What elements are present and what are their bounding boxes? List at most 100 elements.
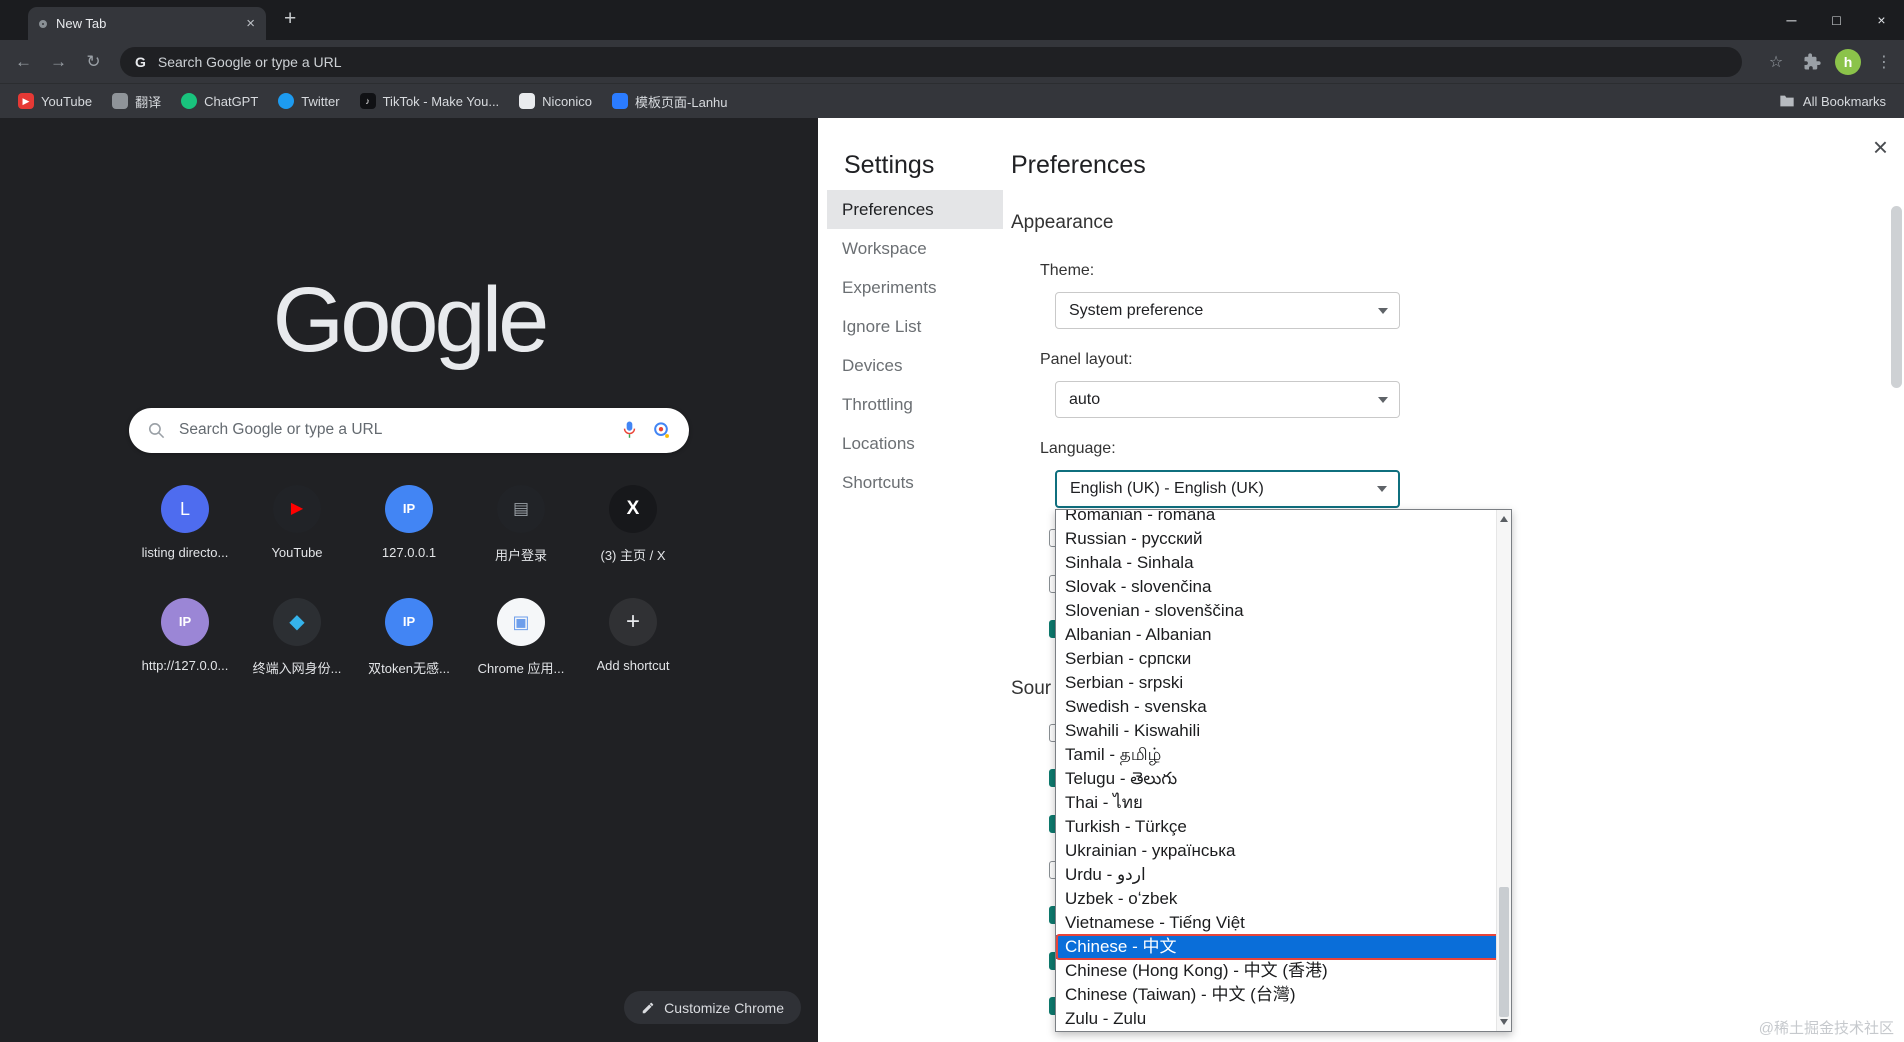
mic-icon[interactable] xyxy=(621,420,638,440)
google-g-icon: G xyxy=(135,54,146,70)
customize-chrome-button[interactable]: Customize Chrome xyxy=(624,991,801,1024)
shortcut-glyph: ▣ xyxy=(512,611,530,632)
shortcut-tile[interactable]: IP 双token无感... xyxy=(353,597,465,711)
new-tab-button[interactable]: + xyxy=(284,8,296,29)
shortcut-icon: ◆ xyxy=(273,597,321,646)
bookmark-label: 翻译 xyxy=(135,94,162,110)
shortcut-tile[interactable]: ◆ 终端入网身份... xyxy=(241,597,353,711)
language-option[interactable]: Telugu - తెలుగు xyxy=(1056,767,1511,791)
language-select[interactable]: English (UK) - English (UK) xyxy=(1055,470,1400,508)
shortcut-tile[interactable]: IP 127.0.0.1 xyxy=(353,484,465,598)
language-option[interactable]: Serbian - srpski xyxy=(1056,671,1511,695)
bookmark-item[interactable]: Twitter xyxy=(268,88,349,114)
language-dropdown-list: Romanian - română Russian - русский Sinhal… xyxy=(1055,509,1512,1032)
window-close-button[interactable]: × xyxy=(1859,0,1904,40)
shortcut-tile[interactable]: ▤ 用户登录 xyxy=(465,484,577,598)
search-input[interactable]: Search Google or type a URL xyxy=(129,407,689,453)
language-option[interactable]: Turkish - Türkçe xyxy=(1056,815,1511,839)
sources-heading-partial: Sour xyxy=(1011,678,1052,699)
extensions-puzzle-icon[interactable] xyxy=(1794,52,1830,71)
tab-close-icon[interactable]: × xyxy=(246,16,255,31)
language-option[interactable]: Serbian - српски xyxy=(1056,647,1511,671)
bookmark-item[interactable]: 模板页面-Lanhu xyxy=(602,88,737,114)
language-option[interactable]: Sinhala - Sinhala xyxy=(1056,551,1511,575)
bookmark-item[interactable]: ▶ YouTube xyxy=(8,88,102,114)
language-option[interactable]: Swahili - Kiswahili xyxy=(1056,719,1511,743)
tab-new-tab[interactable]: New Tab × xyxy=(28,7,266,40)
shortcut-tile[interactable]: IP http://127.0.0... xyxy=(129,597,241,711)
sidebar-item-preferences[interactable]: Preferences xyxy=(827,190,1003,229)
folder-icon xyxy=(1780,95,1794,107)
bookmark-item[interactable]: Niconico xyxy=(509,88,602,114)
shortcut-glyph: L xyxy=(179,498,190,519)
search-placeholder: Search Google or type a URL xyxy=(179,421,383,439)
panel-scrollbar-thumb[interactable] xyxy=(1891,206,1902,388)
shortcut-glyph: ▶ xyxy=(290,499,304,517)
shortcut-glyph: ▤ xyxy=(512,499,530,519)
profile-avatar[interactable]: h xyxy=(1830,48,1866,75)
sidebar-item-shortcuts[interactable]: Shortcuts xyxy=(827,463,1003,502)
bookmark-favicon-icon: ▶ xyxy=(18,93,34,109)
sidebar-item-ignore-list[interactable]: Ignore List xyxy=(827,307,1003,346)
sidebar-item-experiments[interactable]: Experiments xyxy=(827,268,1003,307)
shortcut-tile[interactable]: X (3) 主页 / X xyxy=(577,484,689,598)
shortcut-tile[interactable]: ▶ YouTube xyxy=(241,484,353,598)
browser-window: New Tab × + ─ □ × ← → ↻ G Search Google … xyxy=(0,0,1904,1042)
shortcut-icon: ▤ xyxy=(497,484,545,533)
menu-dots-icon[interactable]: ⋮ xyxy=(1866,52,1902,72)
shortcut-tile[interactable]: Llisting directo... xyxy=(129,484,241,598)
bookmarks-items: ▶ YouTube 翻译 ChatGPT Twitter ♪ TikTok - Make Y… xyxy=(8,88,738,114)
back-icon[interactable]: ← xyxy=(6,52,41,72)
language-option[interactable]: Slovenian - slovenščina xyxy=(1056,599,1511,623)
bookmark-favicon-icon xyxy=(612,93,629,109)
shortcut-glyph: X xyxy=(626,498,640,520)
sidebar-item-locations[interactable]: Locations xyxy=(827,424,1003,463)
address-bar-text: Search Google or type a URL xyxy=(157,54,342,70)
language-option[interactable]: Thai - ไทย xyxy=(1056,791,1511,815)
bookmark-star-icon[interactable]: ☆ xyxy=(1758,52,1794,72)
language-option[interactable]: Zulu - Zulu xyxy=(1056,1007,1511,1031)
language-option[interactable]: Ukrainian - українська xyxy=(1056,839,1511,863)
maximize-button[interactable]: □ xyxy=(1814,0,1859,40)
forward-icon[interactable]: → xyxy=(41,52,76,72)
pencil-icon xyxy=(642,1002,654,1013)
panel-scrollbar[interactable] xyxy=(1891,170,1903,1040)
bookmarks-bar: ▶ YouTube 翻译 ChatGPT Twitter ♪ TikTok - Make Y… xyxy=(0,83,1904,118)
language-option[interactable]: Swedish - svenska xyxy=(1056,695,1511,719)
bookmark-item[interactable]: ChatGPT xyxy=(171,88,268,114)
dropdown-scrollbar[interactable] xyxy=(1496,510,1511,1031)
reload-icon[interactable]: ↻ xyxy=(76,52,111,72)
sidebar-item-throttling[interactable]: Throttling xyxy=(827,385,1003,424)
shortcut-tile[interactable]: ▣ Chrome 应用... xyxy=(465,597,577,711)
address-bar[interactable]: G Search Google or type a URL xyxy=(120,47,1742,77)
language-option[interactable]: Uzbek - oʻzbek xyxy=(1056,887,1511,911)
panel-layout-select-value: auto xyxy=(1069,390,1101,408)
lens-icon[interactable] xyxy=(651,420,671,440)
close-icon[interactable]: × xyxy=(1873,134,1888,160)
language-option[interactable]: Chinese (Taiwan) - 中文 (台灣) xyxy=(1056,983,1511,1007)
panel-layout-select[interactable]: auto xyxy=(1055,381,1400,418)
language-option[interactable]: Urdu - اردو xyxy=(1056,863,1511,887)
scroll-up-icon[interactable] xyxy=(1500,516,1508,522)
language-option[interactable]: Albanian - Albanian xyxy=(1056,623,1511,647)
tab-title: New Tab xyxy=(56,16,107,31)
scrollbar-thumb[interactable] xyxy=(1499,887,1509,1017)
language-option[interactable]: Russian - русский xyxy=(1056,527,1511,551)
language-option[interactable]: Chinese (Hong Kong) - 中文 (香港) xyxy=(1056,959,1511,983)
shortcut-label: listing directo... xyxy=(141,544,229,560)
language-option[interactable]: Slovak - slovenčina xyxy=(1056,575,1511,599)
all-bookmarks[interactable]: All Bookmarks xyxy=(1779,94,1896,109)
minimize-button[interactable]: ─ xyxy=(1769,0,1814,40)
bookmark-item[interactable]: ♪ TikTok - Make You... xyxy=(350,88,510,114)
sidebar-item-devices[interactable]: Devices xyxy=(827,346,1003,385)
appearance-heading: Appearance xyxy=(1011,212,1114,233)
sidebar-item-workspace[interactable]: Workspace xyxy=(827,229,1003,268)
language-option[interactable]: Tamil - தமிழ் xyxy=(1056,743,1511,767)
language-option[interactable]: Chinese - 中文 xyxy=(1056,934,1511,960)
scroll-down-icon[interactable] xyxy=(1500,1019,1508,1025)
shortcut-tile[interactable]: + Add shortcut xyxy=(577,597,689,711)
bookmark-item[interactable]: 翻译 xyxy=(102,88,171,114)
language-option[interactable]: Romanian - română xyxy=(1056,510,1511,527)
language-option[interactable]: Vietnamese - Tiếng Việt xyxy=(1056,911,1511,935)
theme-select[interactable]: System preference xyxy=(1055,292,1400,329)
